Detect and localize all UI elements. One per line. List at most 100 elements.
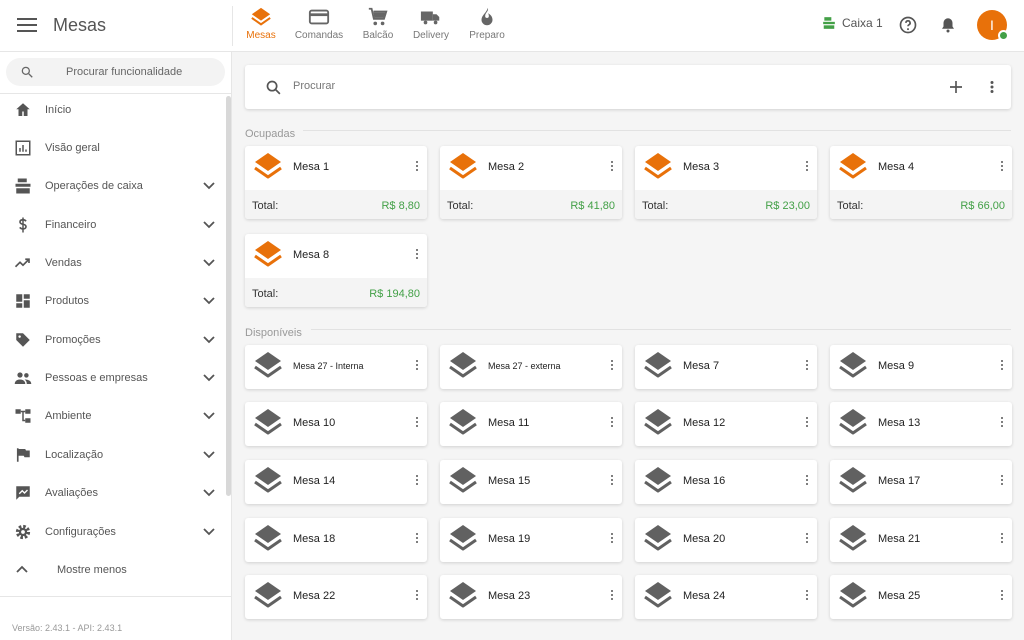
more-vert-icon[interactable] (415, 360, 419, 372)
tab-preparo[interactable]: Preparo (468, 6, 506, 46)
sidebar-item-localizacao[interactable]: Localização (0, 437, 224, 473)
more-vert-icon[interactable] (415, 475, 419, 487)
sidebar-item-produtos[interactable]: Produtos (0, 283, 224, 319)
available-table-card[interactable]: Mesa 22 (245, 575, 427, 619)
available-table-card[interactable]: Mesa 12 (635, 402, 817, 446)
top-bar: Mesas Mesas Comandas Balcão Delivery Pre… (0, 0, 1024, 52)
search-icon (21, 66, 33, 78)
sidebar-search-input[interactable]: Procurar funcionalidade (6, 58, 225, 86)
sidebar-item-operacoes-de-caixa[interactable]: Operações de caixa (0, 168, 224, 204)
available-table-card[interactable]: Mesa 13 (830, 402, 1012, 446)
sidebar-item-inicio[interactable]: Início (0, 92, 224, 128)
more-vert-icon[interactable] (805, 417, 809, 429)
tab-mesas[interactable]: Mesas (244, 6, 278, 46)
add-icon[interactable] (947, 78, 965, 96)
register-icon (823, 17, 835, 29)
register-icon (15, 178, 31, 194)
occupied-table-card[interactable]: Mesa 2 Total: R$ 41,80 (440, 146, 622, 219)
tree-icon (15, 409, 31, 423)
available-table-card[interactable]: Mesa 27 - Interna (245, 345, 427, 389)
more-vert-icon[interactable] (415, 161, 419, 173)
layers-icon (254, 153, 282, 179)
help-icon[interactable] (898, 15, 918, 35)
more-vert-icon[interactable] (805, 360, 809, 372)
tab-comandas[interactable]: Comandas (294, 6, 344, 46)
available-table-card[interactable]: Mesa 19 (440, 518, 622, 562)
caixa-selector[interactable]: Caixa 1 (822, 16, 883, 30)
trend-icon (14, 258, 30, 268)
layers-icon (449, 525, 477, 551)
tab-delivery[interactable]: Delivery (412, 6, 450, 46)
available-table-card[interactable]: Mesa 7 (635, 345, 817, 389)
available-table-card[interactable]: Mesa 16 (635, 460, 817, 504)
more-vert-icon[interactable] (1000, 590, 1004, 602)
more-vert-icon[interactable] (1000, 360, 1004, 372)
more-vert-icon[interactable] (1000, 533, 1004, 545)
more-vert-icon[interactable] (415, 249, 419, 261)
sidebar-item-pessoas-e-empresas[interactable]: Pessoas e empresas (0, 360, 224, 396)
show-less-button[interactable]: Mostre menos (0, 554, 224, 586)
table-name: Mesa 27 - Interna (293, 361, 364, 371)
sidebar-item-ambiente[interactable]: Ambiente (0, 398, 224, 434)
available-table-card[interactable]: Mesa 18 (245, 518, 427, 562)
available-table-card[interactable]: Mesa 25 (830, 575, 1012, 619)
available-table-card[interactable]: Mesa 9 (830, 345, 1012, 389)
more-vert-icon[interactable] (988, 78, 996, 96)
more-vert-icon[interactable] (415, 417, 419, 429)
more-vert-icon[interactable] (610, 590, 614, 602)
table-name: Mesa 9 (878, 360, 915, 372)
available-table-card[interactable]: Mesa 15 (440, 460, 622, 504)
table-name: Mesa 10 (293, 417, 336, 429)
table-name: Mesa 22 (293, 590, 336, 602)
available-table-card[interactable]: Mesa 11 (440, 402, 622, 446)
occupied-table-card[interactable]: Mesa 4 Total: R$ 66,00 (830, 146, 1012, 219)
sidebar-item-configuracoes[interactable]: Configurações (0, 514, 224, 550)
more-vert-icon[interactable] (1000, 475, 1004, 487)
sidebar-item-visao-geral[interactable]: Visão geral (0, 130, 224, 166)
more-vert-icon[interactable] (610, 360, 614, 372)
table-name: Mesa 17 (878, 475, 921, 487)
more-vert-icon[interactable] (805, 475, 809, 487)
bell-icon[interactable] (939, 15, 957, 35)
sidebar-item-vendas[interactable]: Vendas (0, 245, 224, 281)
occupied-table-card[interactable]: Mesa 3 Total: R$ 23,00 (635, 146, 817, 219)
available-table-card[interactable]: Mesa 10 (245, 402, 427, 446)
available-table-card[interactable]: Mesa 21 (830, 518, 1012, 562)
more-vert-icon[interactable] (610, 161, 614, 173)
more-vert-icon[interactable] (805, 161, 809, 173)
more-vert-icon[interactable] (415, 590, 419, 602)
sidebar-scrollbar[interactable] (226, 96, 231, 496)
avatar[interactable]: I (977, 10, 1009, 41)
available-table-card[interactable]: Mesa 27 - externa (440, 345, 622, 389)
divider (311, 329, 1011, 330)
more-vert-icon[interactable] (1000, 161, 1004, 173)
table-name: Mesa 23 (488, 590, 531, 602)
table-name: Mesa 12 (683, 417, 726, 429)
sidebar-item-avaliacoes[interactable]: Avaliações (0, 475, 224, 511)
layers-icon (839, 153, 867, 179)
occupied-table-card[interactable]: Mesa 8 Total: R$ 194,80 (245, 234, 427, 307)
search-input[interactable]: Procurar (293, 80, 335, 92)
more-vert-icon[interactable] (1000, 417, 1004, 429)
more-vert-icon[interactable] (415, 533, 419, 545)
available-table-card[interactable]: Mesa 14 (245, 460, 427, 504)
more-vert-icon[interactable] (805, 590, 809, 602)
sidebar-item-financeiro[interactable]: Financeiro (0, 207, 224, 243)
occupied-table-card[interactable]: Mesa 1 Total: R$ 8,80 (245, 146, 427, 219)
available-table-card[interactable]: Mesa 17 (830, 460, 1012, 504)
table-total-row: Total: R$ 41,80 (440, 190, 622, 219)
tables-search-bar[interactable]: Procurar (245, 65, 1011, 109)
available-table-card[interactable]: Mesa 23 (440, 575, 622, 619)
more-vert-icon[interactable] (610, 533, 614, 545)
available-table-card[interactable]: Mesa 24 (635, 575, 817, 619)
menu-icon[interactable] (16, 14, 38, 36)
more-vert-icon[interactable] (610, 475, 614, 487)
flag-icon (16, 448, 30, 462)
caixa-label: Caixa 1 (842, 16, 883, 30)
more-vert-icon[interactable] (610, 417, 614, 429)
table-name: Mesa 7 (683, 360, 720, 372)
tab-balcao[interactable]: Balcão (362, 6, 394, 46)
sidebar-item-promocoes[interactable]: Promoções (0, 322, 224, 358)
available-table-card[interactable]: Mesa 20 (635, 518, 817, 562)
more-vert-icon[interactable] (805, 533, 809, 545)
